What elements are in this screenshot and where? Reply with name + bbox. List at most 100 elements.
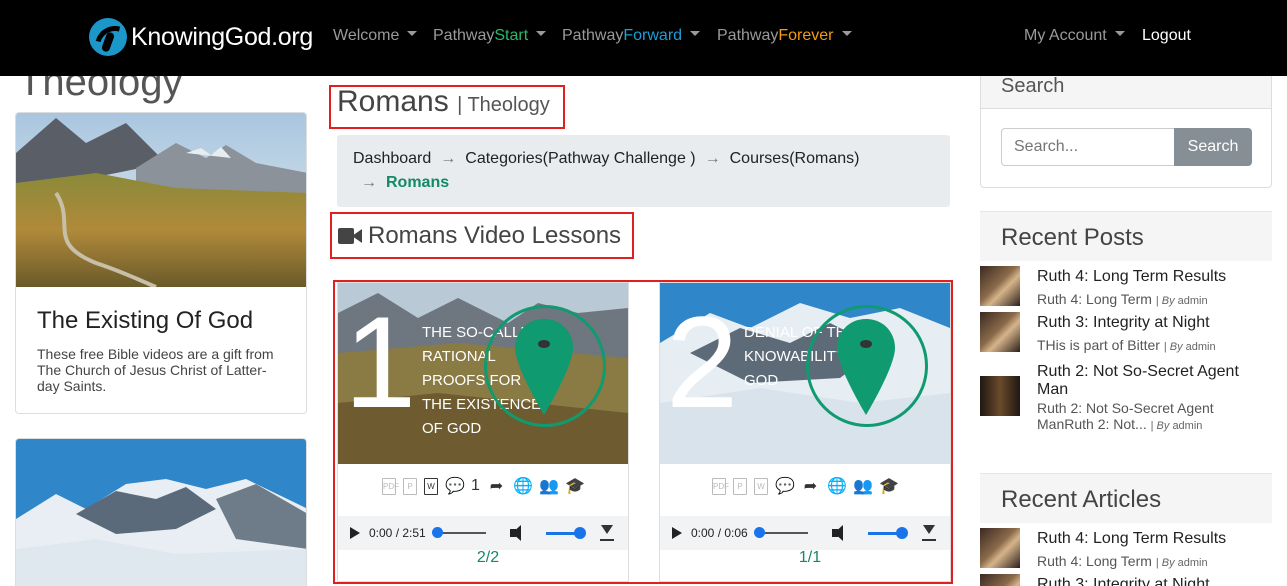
post-thumbnail[interactable] [980, 528, 1020, 568]
post-author[interactable]: admin [1178, 295, 1208, 307]
recent-articles-header: Recent Articles [980, 473, 1272, 523]
nav-pathway-forward[interactable]: PathwayForward [562, 27, 701, 45]
audio-player[interactable]: 0:00 / 0:06 [660, 516, 950, 550]
pdf-icon[interactable]: PDF [382, 477, 399, 495]
lessons-heading: Romans Video Lessons [338, 222, 621, 250]
list-item[interactable]: Ruth 3: Integrity at Night THis is part … [980, 312, 1272, 356]
lesson-number: 1 [344, 289, 417, 435]
post-excerpt-text: Ruth 4: Long Term [1037, 553, 1152, 569]
breadcrumb-dashboard[interactable]: Dashboard [353, 150, 431, 167]
recent-posts-title: Recent Posts [1001, 224, 1144, 251]
nav-my-account[interactable]: My Account [1024, 27, 1125, 45]
post-title[interactable]: Ruth 3: Integrity at Night [1037, 314, 1269, 332]
breadcrumb-categories[interactable]: Categories(Pathway Challenge ) [465, 150, 695, 167]
post-title[interactable]: Ruth 2: Not So-Secret Agent Man [1037, 363, 1269, 399]
list-item[interactable]: Ruth 4: Long Term Results Ruth 4: Long T… [980, 528, 1272, 572]
list-item[interactable]: Ruth 3: Integrity at Night [980, 574, 1272, 586]
word-icon[interactable]: W [754, 477, 768, 495]
nav-welcome[interactable]: Welcome [333, 27, 418, 45]
share-icon[interactable]: ➦ [801, 476, 820, 496]
lesson-actions: PDF P W 💬 ➦ 🌐 👥 🎓 [660, 476, 950, 496]
nav-pathway-accent: Forward [623, 27, 683, 44]
page-count: 2/2 [476, 549, 500, 566]
post-by: By [1161, 295, 1175, 307]
video-card[interactable]: 1 THE SO-CALLED RATIONAL PROOFS FOR THE … [337, 282, 629, 582]
post-thumbnail[interactable] [980, 574, 1020, 586]
graduation-cap-icon[interactable]: 🎓 [565, 476, 585, 496]
pdf-icon[interactable]: PDF [712, 477, 729, 495]
post-thumbnail[interactable] [980, 312, 1020, 352]
video-thumbnail[interactable]: 2 DENIAL OF THE KNOWABILITY OF GOD [660, 283, 950, 464]
video-camera-icon [338, 227, 362, 245]
comments-icon[interactable]: 💬 [445, 476, 465, 496]
chevron-down-icon [536, 31, 547, 37]
graduation-cap-icon[interactable]: 🎓 [879, 476, 899, 496]
chevron-down-icon [841, 31, 852, 37]
post-byline: | By admin [1155, 557, 1208, 569]
video-thumbnail[interactable]: 1 THE SO-CALLED RATIONAL PROOFS FOR THE … [338, 283, 628, 464]
search-input[interactable] [1001, 128, 1175, 166]
video-card[interactable]: 2 DENIAL OF THE KNOWABILITY OF GOD PDF P… [659, 282, 951, 582]
page-title: Romans | Theology [337, 85, 550, 119]
volume-icon[interactable] [509, 525, 530, 541]
post-author[interactable]: admin [1178, 557, 1208, 569]
download-icon[interactable] [599, 525, 614, 541]
post-title[interactable]: Ruth 4: Long Term Results [1037, 268, 1269, 286]
nav-pathway-accent: Forever [778, 27, 834, 44]
globe-icon[interactable]: 🌐 [513, 476, 533, 496]
play-icon[interactable] [350, 527, 360, 539]
post-by: By [1156, 420, 1170, 432]
post-excerpt: Ruth 2: Not So-Secret Agent ManRuth 2: N… [1037, 400, 1269, 434]
users-icon[interactable]: 👥 [539, 476, 559, 496]
seek-slider[interactable] [753, 527, 808, 538]
logo-text: KnowingGod.org [131, 22, 314, 51]
breadcrumb-separator: → [704, 150, 721, 167]
map-pin-icon [837, 319, 895, 415]
chevron-down-icon [1114, 31, 1125, 37]
chevron-down-icon [690, 31, 701, 37]
category-card[interactable] [15, 438, 307, 586]
top-navbar: KnowingGod.org Welcome PathwayStart Path… [0, 0, 1287, 76]
course-category: | Theology [457, 94, 550, 116]
recent-articles-title: Recent Articles [1001, 486, 1162, 513]
globe-icon[interactable]: 🌐 [827, 476, 847, 496]
post-excerpt-text: Ruth 4: Long Term [1037, 291, 1152, 307]
seek-slider[interactable] [431, 527, 486, 538]
play-icon[interactable] [672, 527, 682, 539]
search-button[interactable]: Search [1174, 128, 1252, 166]
list-item[interactable]: Ruth 4: Long Term Results Ruth 4: Long T… [980, 266, 1272, 310]
powerpoint-icon[interactable]: P [403, 477, 418, 495]
category-card[interactable]: The Existing Of God These free Bible vid… [15, 112, 307, 414]
comments-icon[interactable]: 💬 [775, 476, 795, 496]
card-title[interactable]: The Existing Of God [37, 307, 253, 335]
powerpoint-icon[interactable]: P [733, 477, 747, 495]
post-thumbnail[interactable] [980, 376, 1020, 416]
word-icon[interactable]: W [424, 477, 439, 495]
site-logo[interactable]: KnowingGod.org [89, 18, 313, 56]
share-icon[interactable]: ➦ [487, 476, 506, 496]
post-title[interactable]: Ruth 4: Long Term Results [1037, 530, 1269, 548]
card-text: These free Bible videos are a gift from … [37, 346, 274, 394]
list-item[interactable]: Ruth 2: Not So-Secret Agent Man Ruth 2: … [980, 363, 1272, 436]
post-byline: | By admin [1155, 295, 1208, 307]
post-title[interactable]: Ruth 3: Integrity at Night [1037, 576, 1269, 586]
post-thumbnail[interactable] [980, 266, 1020, 306]
recent-posts-header: Recent Posts [980, 211, 1272, 261]
download-icon[interactable] [921, 525, 936, 541]
post-excerpt: THis is part of Bitter | By admin [1037, 337, 1269, 355]
volume-slider[interactable] [545, 526, 586, 539]
post-author[interactable]: admin [1186, 341, 1216, 353]
breadcrumb-courses[interactable]: Courses(Romans) [730, 150, 860, 167]
post-author[interactable]: admin [1172, 420, 1202, 432]
post-by: By [1161, 557, 1175, 569]
audio-player[interactable]: 0:00 / 2:51 [338, 516, 628, 550]
nav-logout[interactable]: Logout [1142, 27, 1191, 45]
post-by: By [1169, 341, 1183, 353]
logo-icon [89, 18, 127, 56]
nav-pathway-start[interactable]: PathwayStart [433, 27, 547, 45]
volume-icon[interactable] [831, 525, 852, 541]
users-icon[interactable]: 👥 [853, 476, 873, 496]
nav-pathway-accent: Start [494, 27, 529, 44]
volume-slider[interactable] [867, 526, 908, 539]
nav-pathway-forever[interactable]: PathwayForever [717, 27, 852, 45]
